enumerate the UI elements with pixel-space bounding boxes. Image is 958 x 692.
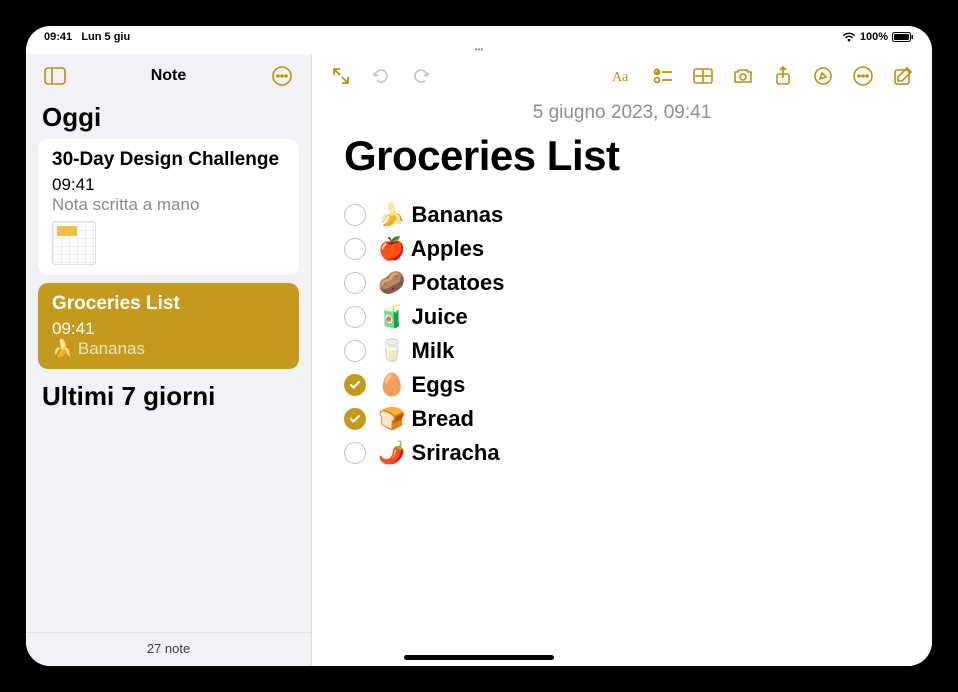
checklist-button[interactable]	[646, 59, 680, 93]
section-last7: Ultimi 7 giorni	[26, 377, 311, 418]
status-date: Lun 5 giu	[81, 31, 130, 43]
item-label: Milk	[412, 338, 455, 363]
item-emoji: 🥛	[378, 338, 405, 363]
note-editor: Aa	[312, 54, 932, 666]
expand-button[interactable]	[324, 59, 358, 93]
battery-text: 100%	[860, 31, 888, 43]
item-label: Bananas	[412, 202, 504, 227]
notes-app: Note Oggi 30-Day Design Challenge 09:41 …	[26, 54, 932, 666]
note-item-time: 09:41	[52, 175, 285, 195]
note-item-snippet: Nota scritta a mano	[52, 195, 285, 215]
checkbox-icon[interactable]	[344, 204, 366, 226]
item-emoji: 🥚	[378, 372, 405, 397]
note-item-title: 30-Day Design Challenge	[52, 149, 285, 171]
item-emoji: 🍞	[378, 406, 405, 431]
checkbox-checked-icon[interactable]	[344, 408, 366, 430]
status-bar: 09:41 Lun 5 giu 100%	[26, 26, 932, 46]
item-emoji: 🧃	[378, 304, 405, 329]
item-label: Eggs	[412, 372, 466, 397]
note-item-thumbnail	[52, 221, 96, 265]
format-button[interactable]: Aa	[606, 59, 640, 93]
note-item-time: 09:41	[52, 319, 285, 339]
sidebar-body[interactable]: Oggi 30-Day Design Challenge 09:41 Nota …	[26, 98, 311, 632]
note-title: Groceries List	[344, 132, 900, 180]
item-label: Juice	[412, 304, 468, 329]
status-left: 09:41 Lun 5 giu	[44, 31, 130, 43]
checklist-item[interactable]: 🥛 Milk	[344, 338, 900, 364]
item-emoji: 🌶️	[378, 440, 405, 465]
checklist-item[interactable]: 🥚 Eggs	[344, 372, 900, 398]
compose-button[interactable]	[886, 59, 920, 93]
checklist-item[interactable]: 🌶️ Sriracha	[344, 440, 900, 466]
checkbox-checked-icon[interactable]	[344, 374, 366, 396]
sidebar-title: Note	[151, 67, 187, 85]
checkbox-icon[interactable]	[344, 306, 366, 328]
checkbox-icon[interactable]	[344, 442, 366, 464]
checkbox-icon[interactable]	[344, 272, 366, 294]
wifi-icon	[842, 32, 856, 42]
svg-text:Aa: Aa	[612, 70, 629, 85]
multitask-dots-icon[interactable]: •••	[26, 46, 932, 54]
checklist-item[interactable]: 🍞 Bread	[344, 406, 900, 432]
note-item-snippet: 🍌 Bananas	[52, 339, 285, 359]
battery-icon	[892, 32, 914, 42]
note-list-item[interactable]: 30-Day Design Challenge 09:41 Nota scrit…	[38, 139, 299, 275]
sidebar: Note Oggi 30-Day Design Challenge 09:41 …	[26, 54, 312, 666]
checklist: 🍌 Bananas🍎 Apples🥔 Potatoes🧃 Juice🥛 Milk…	[344, 202, 900, 466]
editor-toolbar: Aa	[312, 54, 932, 98]
item-label: Apples	[411, 236, 484, 261]
checklist-item[interactable]: 🥔 Potatoes	[344, 270, 900, 296]
checklist-item[interactable]: 🍌 Bananas	[344, 202, 900, 228]
note-date: 5 giugno 2023, 09:41	[312, 102, 932, 124]
item-emoji: 🍌	[378, 202, 405, 227]
more-button[interactable]	[267, 61, 297, 91]
share-button[interactable]	[766, 59, 800, 93]
status-time: 09:41	[44, 31, 72, 43]
table-button[interactable]	[686, 59, 720, 93]
item-label: Potatoes	[412, 270, 505, 295]
section-today: Oggi	[26, 98, 311, 139]
checklist-item[interactable]: 🍎 Apples	[344, 236, 900, 262]
sidebar-toggle-button[interactable]	[40, 61, 70, 91]
item-emoji: 🍎	[378, 236, 405, 261]
note-list-item-selected[interactable]: Groceries List 09:41 🍌 Bananas	[38, 283, 299, 369]
home-indicator[interactable]	[404, 655, 554, 660]
checkbox-icon[interactable]	[344, 238, 366, 260]
sidebar-toolbar: Note	[26, 54, 311, 98]
checklist-item[interactable]: 🧃 Juice	[344, 304, 900, 330]
redo-button[interactable]	[404, 59, 438, 93]
item-label: Sriracha	[412, 440, 500, 465]
markup-button[interactable]	[806, 59, 840, 93]
item-label: Bread	[412, 406, 474, 431]
note-item-title: Groceries List	[52, 293, 285, 315]
ipad-frame: 09:41 Lun 5 giu 100% •••	[14, 14, 944, 678]
checkbox-icon[interactable]	[344, 340, 366, 362]
camera-button[interactable]	[726, 59, 760, 93]
item-emoji: 🥔	[378, 270, 405, 295]
more-editor-button[interactable]	[846, 59, 880, 93]
screen: 09:41 Lun 5 giu 100% •••	[26, 26, 932, 666]
status-right: 100%	[842, 31, 914, 43]
note-body[interactable]: Groceries List 🍌 Bananas🍎 Apples🥔 Potato…	[312, 124, 932, 666]
sidebar-footer: 27 note	[26, 632, 311, 666]
undo-button[interactable]	[364, 59, 398, 93]
